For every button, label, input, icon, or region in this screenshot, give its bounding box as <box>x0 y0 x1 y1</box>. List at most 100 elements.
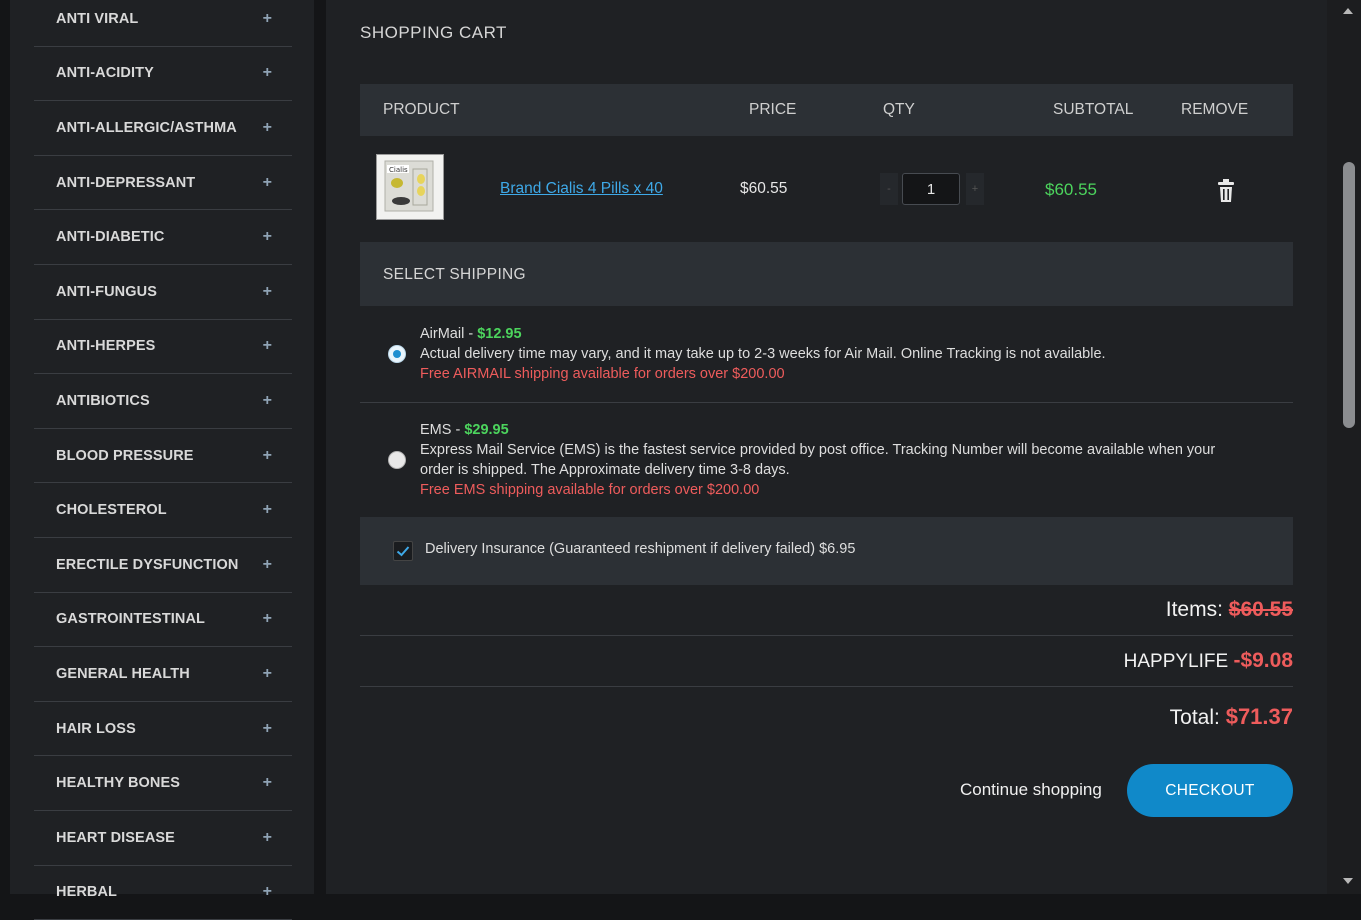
col-price: PRICE <box>749 101 796 119</box>
total-value: $71.37 <box>1226 704 1293 729</box>
expand-plus-icon[interactable]: + <box>263 228 272 246</box>
expand-plus-icon[interactable]: + <box>263 665 272 683</box>
category-label: ANTI-DEPRESSANT <box>56 175 195 191</box>
category-sidebar: ANTI VIRAL+ANTI-ACIDITY+ANTI-ALLERGIC/AS… <box>10 0 314 894</box>
product-link[interactable]: Brand Cialis 4 Pills x 40 <box>500 180 663 198</box>
expand-plus-icon[interactable]: + <box>263 174 272 192</box>
sidebar-category-item[interactable]: HERBAL + <box>34 866 292 920</box>
cart-panel: SHOPPING CART PRODUCT PRICE QTY SUBTOTAL… <box>326 0 1327 894</box>
sidebar-category-item[interactable]: HAIR LOSS + <box>34 702 292 757</box>
airmail-name: AirMail - <box>420 326 477 342</box>
category-label: ANTI-ALLERGIC/ASTHMA <box>56 120 237 136</box>
category-label: ANTI-DIABETIC <box>56 229 164 245</box>
airmail-description: Actual delivery time may vary, and it ma… <box>420 344 1106 364</box>
category-label: GENERAL HEALTH <box>56 666 190 682</box>
continue-shopping-link[interactable]: Continue shopping <box>960 780 1102 800</box>
category-label: ANTI-HERPES <box>56 338 155 354</box>
sidebar-category-item[interactable]: GASTROINTESTINAL + <box>34 593 292 648</box>
category-label: ANTI-FUNGUS <box>56 284 157 300</box>
ems-description-line2: order is shipped. The Approximate delive… <box>420 460 1215 480</box>
scrollbar[interactable] <box>1327 0 1361 894</box>
category-label: HERBAL <box>56 884 117 900</box>
qty-input[interactable] <box>902 173 960 205</box>
expand-plus-icon[interactable]: + <box>263 774 272 792</box>
category-label: ANTI-ACIDITY <box>56 65 154 81</box>
svg-text:Cialis: Cialis <box>389 166 408 174</box>
scroll-down-icon[interactable] <box>1342 876 1354 886</box>
insurance-box: Delivery Insurance (Guaranteed reshipmen… <box>360 517 1293 585</box>
category-label: HAIR LOSS <box>56 721 136 737</box>
sidebar-category-item[interactable]: GENERAL HEALTH + <box>34 647 292 702</box>
category-label: GASTROINTESTINAL <box>56 611 205 627</box>
ems-free-note: Free EMS shipping available for orders o… <box>420 480 1215 500</box>
expand-plus-icon[interactable]: + <box>263 883 272 901</box>
category-label: ANTI VIRAL <box>56 11 138 27</box>
category-label: HEART DISEASE <box>56 830 175 846</box>
expand-plus-icon[interactable]: + <box>263 10 272 28</box>
expand-plus-icon[interactable]: + <box>263 447 272 465</box>
sidebar-category-item[interactable]: ANTI-ACIDITY + <box>34 47 292 102</box>
expand-plus-icon[interactable]: + <box>263 392 272 410</box>
sidebar-category-item[interactable]: ANTI-ALLERGIC/ASTHMA + <box>34 101 292 156</box>
airmail-free-note: Free AIRMAIL shipping available for orde… <box>420 364 1106 384</box>
page-title: SHOPPING CART <box>360 23 507 43</box>
expand-plus-icon[interactable]: + <box>263 337 272 355</box>
ems-radio[interactable] <box>388 451 406 469</box>
insurance-label: Delivery Insurance (Guaranteed reshipmen… <box>425 541 855 557</box>
expand-plus-icon[interactable]: + <box>263 720 272 738</box>
expand-plus-icon[interactable]: + <box>263 283 272 301</box>
shipping-option-airmail[interactable]: AirMail - $12.95 Actual delivery time ma… <box>360 306 1293 403</box>
sidebar-category-item[interactable]: ANTIBIOTICS + <box>34 374 292 429</box>
sidebar-category-item[interactable]: CHOLESTEROL + <box>34 483 292 538</box>
col-remove: REMOVE <box>1181 101 1248 119</box>
airmail-price: $12.95 <box>477 326 521 342</box>
insurance-checkbox[interactable] <box>393 541 413 561</box>
discount-value: -$9.08 <box>1233 649 1293 672</box>
category-label: CHOLESTEROL <box>56 502 167 518</box>
shipping-title: SELECT SHIPPING <box>383 266 526 284</box>
product-thumbnail[interactable]: Cialis <box>376 154 444 220</box>
expand-plus-icon[interactable]: + <box>263 64 272 82</box>
category-label: ANTIBIOTICS <box>56 393 150 409</box>
gutter <box>314 0 326 894</box>
grand-total-row: Total: $71.37 <box>360 687 1293 747</box>
sidebar-category-item[interactable]: ANTI-HERPES + <box>34 320 292 375</box>
sidebar-category-item[interactable]: HEART DISEASE + <box>34 811 292 866</box>
expand-plus-icon[interactable]: + <box>263 556 272 574</box>
sidebar-category-item[interactable]: ANTI-DIABETIC + <box>34 210 292 265</box>
expand-plus-icon[interactable]: + <box>263 610 272 628</box>
expand-plus-icon[interactable]: + <box>263 829 272 847</box>
scrollbar-thumb[interactable] <box>1343 162 1355 428</box>
sidebar-category-item[interactable]: HEALTHY BONES+ <box>34 756 292 811</box>
coupon-row: HAPPYLIFE -$9.08 <box>360 636 1293 687</box>
qty-decrease-button[interactable]: - <box>880 173 898 205</box>
shipping-header: SELECT SHIPPING <box>360 242 1293 306</box>
checkout-button[interactable]: CHECKOUT <box>1127 764 1293 817</box>
col-qty: QTY <box>883 101 915 119</box>
cart-item-row: Cialis Brand Cialis 4 Pills x 40 $60.55 … <box>360 137 1293 241</box>
ems-description-line1: Express Mail Service (EMS) is the fastes… <box>420 440 1215 460</box>
trash-icon <box>1216 178 1236 204</box>
shipping-option-ems[interactable]: EMS - $29.95 Express Mail Service (EMS) … <box>360 403 1293 517</box>
sidebar-category-item[interactable]: ANTI-DEPRESSANT + <box>34 156 292 211</box>
col-subtotal: SUBTOTAL <box>1053 101 1133 119</box>
sidebar-category-item[interactable]: BLOOD PRESSURE+ <box>34 429 292 484</box>
qty-increase-button[interactable]: + <box>966 173 984 205</box>
coupon-code: HAPPYLIFE <box>1124 651 1234 672</box>
remove-item-button[interactable] <box>1216 178 1236 204</box>
sidebar-category-item[interactable]: ERECTILE DYSFUNCTION+ <box>34 538 292 593</box>
ems-name: EMS - <box>420 422 464 438</box>
sidebar-category-item[interactable]: ANTI VIRAL + <box>34 0 292 47</box>
expand-plus-icon[interactable]: + <box>263 119 272 137</box>
ems-price: $29.95 <box>464 422 508 438</box>
col-product: PRODUCT <box>383 101 460 119</box>
airmail-radio[interactable] <box>388 345 406 363</box>
total-label: Total: <box>1170 706 1226 729</box>
sidebar-category-item[interactable]: ANTI-FUNGUS + <box>34 265 292 320</box>
items-total-row: Items: $60.55 <box>360 586 1293 636</box>
expand-plus-icon[interactable]: + <box>263 501 272 519</box>
scroll-up-icon[interactable] <box>1342 6 1354 16</box>
item-subtotal: $60.55 <box>1045 180 1097 200</box>
category-list: ANTI VIRAL+ANTI-ACIDITY+ANTI-ALLERGIC/AS… <box>34 0 292 920</box>
pill-box-thumbnail-icon: Cialis <box>377 155 443 219</box>
